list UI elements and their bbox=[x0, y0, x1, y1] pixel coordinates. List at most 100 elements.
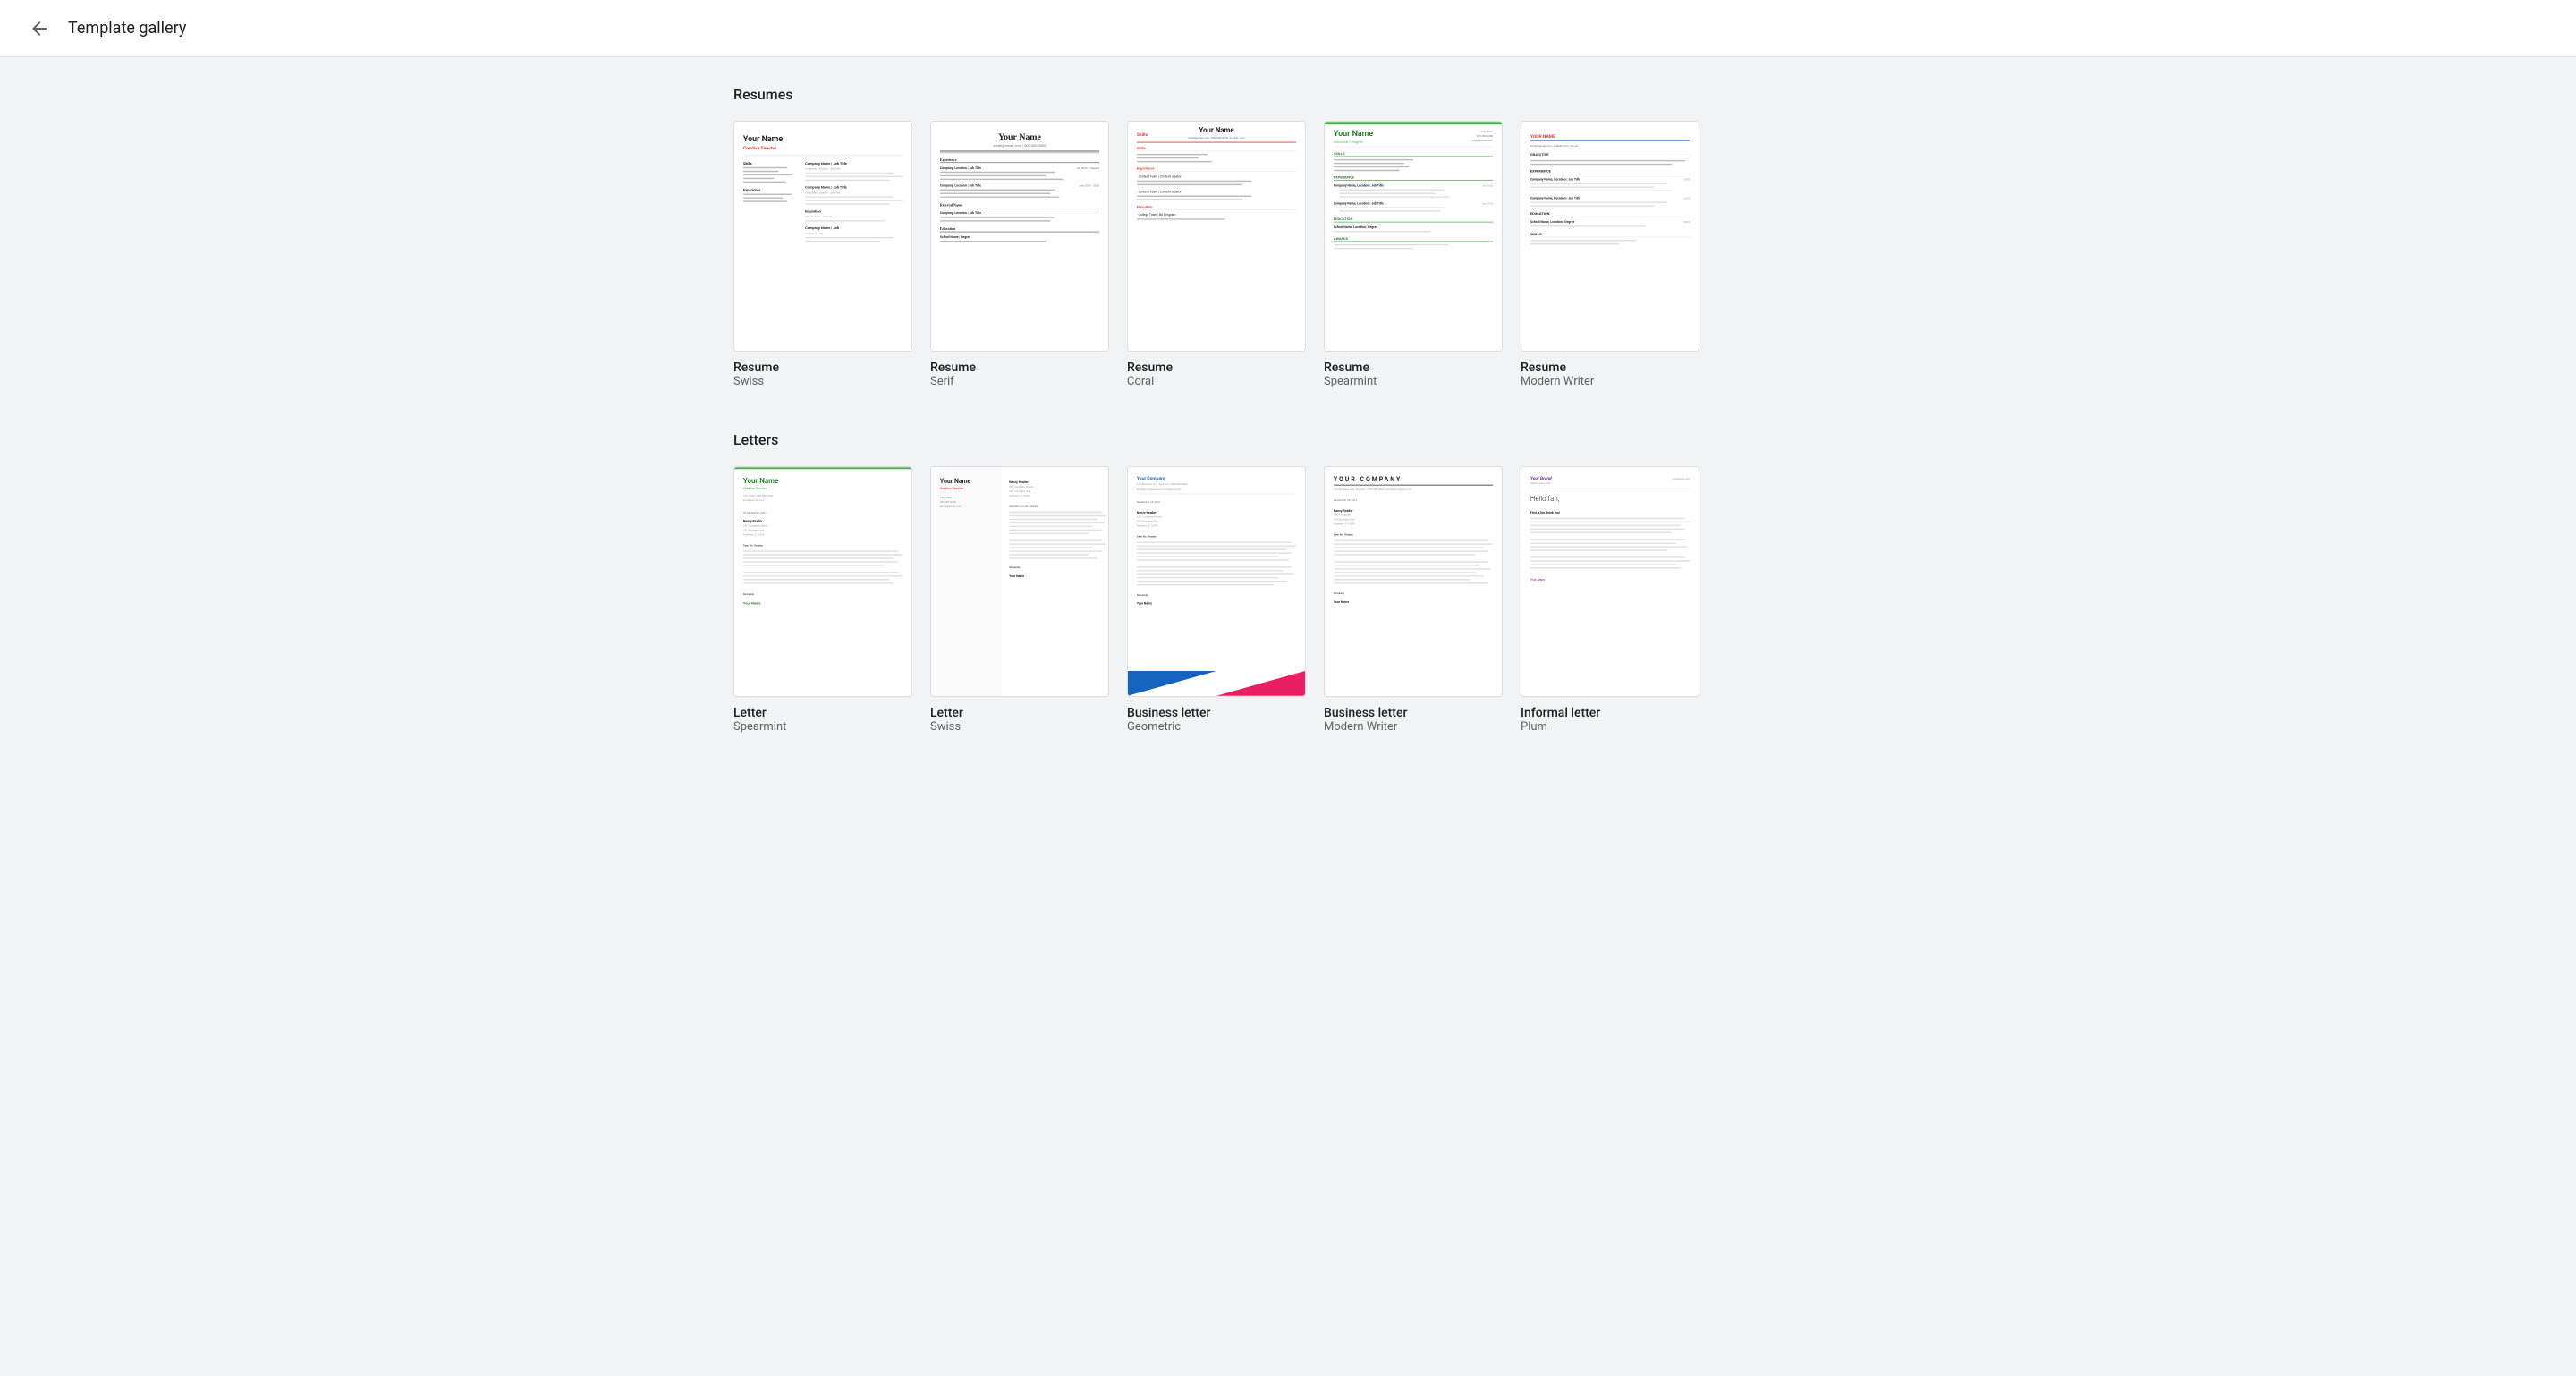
letter-swiss-type: Letter bbox=[930, 706, 1109, 720]
resumes-section-title: Resumes bbox=[733, 86, 1843, 103]
svg-text:2018: 2018 bbox=[1683, 196, 1690, 200]
template-resume-spearmint[interactable]: Your Name Industrial Designer City, Stat… bbox=[1324, 121, 1503, 388]
svg-text:Experience: Experience bbox=[743, 188, 761, 192]
svg-text:Your Name: Your Name bbox=[743, 601, 762, 606]
resume-swiss-name: Swiss bbox=[733, 375, 912, 388]
resume-coral-name: Coral bbox=[1127, 375, 1306, 388]
svg-text:000 000 0000: 000 000 0000 bbox=[1477, 134, 1493, 138]
page-header: Template gallery bbox=[0, 0, 2576, 57]
letter-swiss-info: Letter Swiss bbox=[930, 706, 1109, 734]
svg-text:CED Company Name: CED Company Name bbox=[743, 524, 768, 528]
svg-text:Company: Location | Job Title: Company: Location | Job Title bbox=[940, 211, 981, 215]
business-letter-modern-thumbnail: YOUR COMPANY 123 Business Ave, Anytown |… bbox=[1324, 466, 1503, 697]
business-letter-modern-type: Business letter bbox=[1324, 706, 1503, 720]
svg-text:OBJECTIVE: OBJECTIVE bbox=[1530, 152, 1549, 157]
svg-text:Nancy Reader: Nancy Reader bbox=[1334, 509, 1353, 513]
letters-section: Letters Your Name Creative Director City… bbox=[733, 431, 1843, 734]
template-letter-swiss[interactable]: Your Name Creative Director City, State … bbox=[930, 466, 1109, 734]
svg-text:Your Name: Your Name bbox=[1137, 602, 1152, 606]
template-resume-swiss[interactable]: Your Name Creative Director Skills Exper… bbox=[733, 121, 912, 388]
svg-text:Your Name: Your Name bbox=[998, 132, 1041, 142]
business-letter-modern-info: Business letter Modern Writer bbox=[1324, 706, 1503, 734]
svg-text:Your Brand: Your Brand bbox=[1530, 578, 1545, 582]
resume-spearmint-info: Resume Spearmint bbox=[1324, 361, 1503, 388]
svg-text:EDUCATION: EDUCATION bbox=[1530, 211, 1550, 216]
svg-text:Nancy Reader: Nancy Reader bbox=[1137, 511, 1157, 514]
svg-text:EXPERIENCE: EXPERIENCE bbox=[1334, 175, 1355, 180]
svg-text:425 Business Ave: 425 Business Ave bbox=[1334, 518, 1355, 522]
informal-letter-plum-name: Plum bbox=[1521, 720, 1699, 734]
svg-text:Nancy Reader: Nancy Reader bbox=[1009, 480, 1029, 484]
business-letter-modern-name: Modern Writer bbox=[1324, 720, 1503, 734]
svg-text:email@company.com | company.co: email@company.com | company.com bbox=[1137, 488, 1182, 491]
svg-text:Jan 2018: Jan 2018 bbox=[1482, 201, 1494, 205]
svg-text:EDUCATION: EDUCATION bbox=[1334, 217, 1353, 221]
business-letter-geometric-name: Geometric bbox=[1127, 720, 1306, 734]
svg-text:Jan 2018 – 2020: Jan 2018 – 2020 bbox=[1080, 184, 1100, 188]
svg-text:Skills: Skills bbox=[1137, 132, 1148, 138]
svg-text:Dear Ms. Reader,: Dear Ms. Reader, bbox=[743, 543, 764, 547]
svg-text:tagline goes here: tagline goes here bbox=[1530, 481, 1551, 485]
svg-text:Company: Location | Job Title: Company: Location | Job Title bbox=[805, 191, 841, 194]
resume-spearmint-type: Resume bbox=[1324, 361, 1503, 375]
resume-coral-thumbnail: Skills Your Name email@email.com | 000-0… bbox=[1127, 121, 1306, 352]
template-resume-coral[interactable]: Skills Your Name email@email.com | 000-0… bbox=[1127, 121, 1306, 388]
svg-text:YOUR NAME: YOUR NAME bbox=[1530, 134, 1555, 140]
svg-text:Hello fan,: Hello fan, bbox=[1530, 495, 1560, 503]
main-content: Resumes Your Name Creative Director Skil… bbox=[662, 57, 1914, 805]
svg-text:Location | Date: Location | Date bbox=[805, 232, 823, 235]
informal-letter-plum-thumbnail: Your Brand tagline goes here yourbrand.c… bbox=[1521, 466, 1699, 697]
svg-text:Jan 2020: Jan 2020 bbox=[1482, 184, 1494, 188]
business-letter-geometric-thumbnail: Your Company 123 Business Ave, Anytown |… bbox=[1127, 466, 1306, 697]
svg-text:Experience: Experience bbox=[1137, 166, 1155, 171]
resume-spearmint-name: Spearmint bbox=[1324, 375, 1503, 388]
business-letter-geometric-info: Business letter Geometric bbox=[1127, 706, 1306, 734]
letter-swiss-name: Swiss bbox=[930, 720, 1109, 734]
svg-text:Sincerely,: Sincerely, bbox=[1009, 565, 1021, 569]
template-informal-letter-plum[interactable]: Your Brand tagline goes here yourbrand.c… bbox=[1521, 466, 1699, 734]
resume-serif-info: Resume Serif bbox=[930, 361, 1109, 388]
svg-text:Your Name: Your Name bbox=[743, 135, 783, 144]
svg-text:26 September 2021: 26 September 2021 bbox=[743, 511, 767, 514]
svg-text:2016: 2016 bbox=[1683, 220, 1690, 224]
svg-text:555 Company Ave: 555 Company Ave bbox=[1009, 489, 1030, 493]
template-letter-spearmint[interactable]: Your Name Creative Director City, State … bbox=[733, 466, 912, 734]
svg-text:Salutation to Ms. Reader,: Salutation to Ms. Reader, bbox=[1009, 505, 1038, 508]
svg-text:· Content Team | Content creat: · Content Team | Content creator bbox=[1137, 190, 1182, 193]
template-resume-modern-writer[interactable]: YOUR NAME email@email.com | linkedin.com… bbox=[1521, 121, 1699, 388]
resume-modern-writer-thumbnail: YOUR NAME email@email.com | linkedin.com… bbox=[1521, 121, 1699, 352]
svg-text:AWARDS: AWARDS bbox=[1334, 236, 1349, 241]
letter-spearmint-name: Spearmint bbox=[733, 720, 912, 734]
svg-text:425 Business Ave: 425 Business Ave bbox=[1137, 520, 1158, 523]
svg-text:email@email.com: email@email.com bbox=[1471, 139, 1493, 142]
template-resume-serif[interactable]: Your Name email@email.com | 000-000-0000… bbox=[930, 121, 1109, 388]
back-button[interactable] bbox=[21, 11, 57, 47]
svg-text:Sincerely,: Sincerely, bbox=[1334, 591, 1345, 595]
svg-text:email@email.com: email@email.com bbox=[940, 505, 962, 508]
resumes-grid: Your Name Creative Director Skills Exper… bbox=[733, 121, 1843, 388]
svg-text:· Content Team | Content creat: · Content Team | Content creator bbox=[1137, 175, 1182, 179]
svg-text:Sincerely,: Sincerely, bbox=[1137, 593, 1148, 597]
letters-section-title: Letters bbox=[733, 431, 1843, 448]
svg-text:Company: Location | Job Title: Company: Location | Job Title bbox=[805, 167, 841, 171]
page-title: Template gallery bbox=[68, 19, 186, 38]
svg-text:Company Name | Job: Company Name | Job bbox=[805, 225, 840, 230]
svg-text:Industrial Designer: Industrial Designer bbox=[1334, 140, 1364, 144]
template-business-letter-modern[interactable]: YOUR COMPANY 123 Business Ave, Anytown |… bbox=[1324, 466, 1503, 734]
resume-modern-writer-name: Modern Writer bbox=[1521, 375, 1699, 388]
svg-text:Your Name: Your Name bbox=[1334, 600, 1349, 604]
svg-text:Skills: Skills bbox=[743, 161, 752, 166]
informal-letter-plum-info: Informal letter Plum bbox=[1521, 706, 1699, 734]
svg-text:000-000-0000: 000-000-0000 bbox=[940, 500, 957, 504]
svg-text:425 Business Ave: 425 Business Ave bbox=[743, 529, 765, 532]
svg-text:September 26, 2021: September 26, 2021 bbox=[1334, 498, 1358, 502]
svg-text:123 Business Ave, Anytown | 00: 123 Business Ave, Anytown | 000-000-0000 bbox=[1137, 482, 1188, 486]
svg-text:yourbrand.com: yourbrand.com bbox=[1672, 477, 1690, 480]
template-business-letter-geometric[interactable]: Your Company 123 Business Ave, Anytown |… bbox=[1127, 466, 1306, 734]
svg-text:Your Name: Your Name bbox=[1199, 126, 1234, 134]
svg-text:Company: Location | Job Title: Company: Location | Job Title bbox=[940, 166, 981, 170]
svg-text:Your Company: Your Company bbox=[1137, 476, 1166, 481]
svg-text:Creative Director: Creative Director bbox=[743, 487, 767, 490]
svg-text:Education: Education bbox=[805, 208, 821, 213]
resume-spearmint-thumbnail: Your Name Industrial Designer City, Stat… bbox=[1324, 121, 1503, 352]
